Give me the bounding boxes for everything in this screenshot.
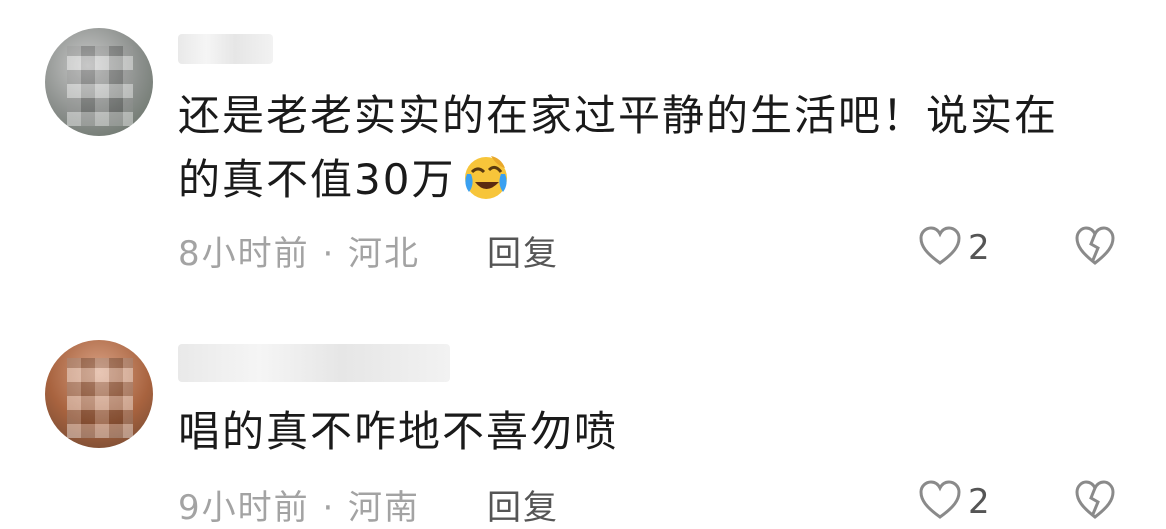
- comment-text-line: 还是老老实实的在家过平静的生活吧！说实在: [178, 91, 1059, 140]
- reply-button[interactable]: 回复: [487, 480, 559, 529]
- comment-text-line: 的真不值30万: [178, 148, 1108, 212]
- heart-outline-icon: [918, 226, 962, 270]
- like-count: 2: [968, 482, 990, 522]
- like-button[interactable]: 2: [918, 226, 990, 270]
- broken-heart-icon: [1074, 226, 1116, 270]
- username-redacted[interactable]: [178, 34, 273, 64]
- dislike-button[interactable]: [1074, 226, 1116, 270]
- reply-button[interactable]: 回复: [487, 226, 559, 275]
- comment-item: 唱的真不咋地不喜勿喷 9小时前 · 河南 回复 2: [0, 320, 1166, 528]
- avatar[interactable]: [45, 28, 153, 136]
- comment-meta: 8小时前 · 河北: [178, 234, 421, 274]
- broken-heart-icon: [1074, 480, 1116, 524]
- avatar[interactable]: [45, 340, 153, 448]
- comment-text: 唱的真不咋地不喜勿喷: [178, 400, 1108, 464]
- comment-meta: 9小时前 · 河南: [178, 488, 421, 528]
- dislike-button[interactable]: [1074, 480, 1116, 524]
- laughing-crying-emoji-icon: [461, 152, 511, 202]
- username-redacted[interactable]: [178, 344, 450, 382]
- heart-outline-icon: [918, 480, 962, 524]
- avatar-mosaic: [67, 358, 133, 438]
- comment-item: 还是老老实实的在家过平静的生活吧！说实在 的真不值30万 8小时前 · 河北 回…: [0, 0, 1166, 300]
- like-count: 2: [968, 228, 990, 268]
- avatar-mosaic: [67, 46, 133, 126]
- comment-text-fragment: 的真不值30万: [178, 155, 456, 204]
- comment-text: 还是老老实实的在家过平静的生活吧！说实在 的真不值30万: [178, 84, 1108, 212]
- like-button[interactable]: 2: [918, 480, 990, 524]
- comment-text-line: 唱的真不咋地不喜勿喷: [178, 407, 619, 456]
